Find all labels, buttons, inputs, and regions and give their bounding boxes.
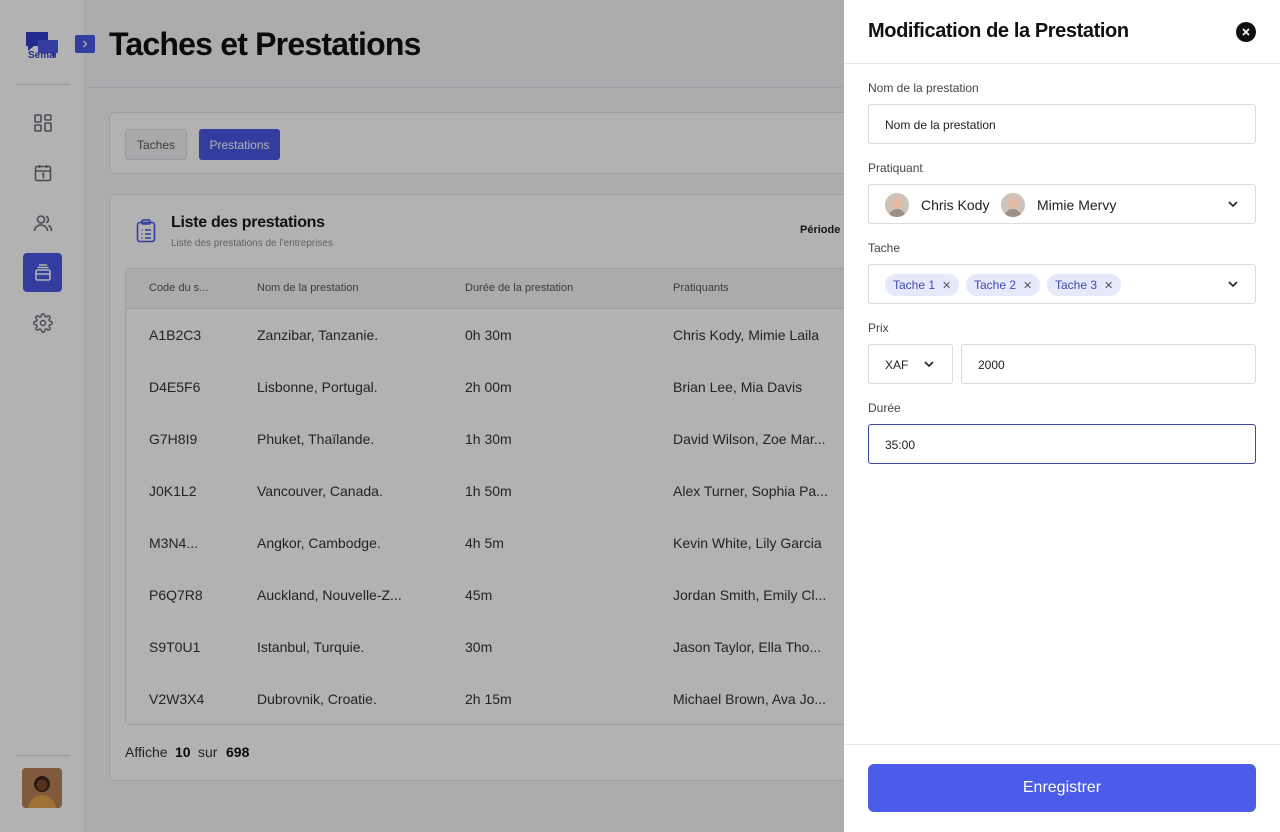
- practitioner-name: Chris Kody: [921, 197, 990, 213]
- price-value: 2000: [978, 358, 1005, 372]
- remove-chip-icon[interactable]: ✕: [1104, 279, 1113, 292]
- drawer-footer-divider: [844, 744, 1280, 745]
- task-multiselect[interactable]: Tache 1 ✕ Tache 2 ✕ Tache 3 ✕: [868, 264, 1256, 304]
- practitioner-item: Chris Kody: [885, 193, 989, 217]
- price-input[interactable]: 2000: [961, 344, 1256, 384]
- currency-value: XAF: [885, 358, 909, 372]
- duration-label: Durée: [868, 401, 901, 415]
- drawer-title: Modification de la Prestation: [868, 20, 1129, 42]
- name-label: Nom de la prestation: [868, 81, 979, 95]
- practitioner-avatar: [1001, 193, 1025, 217]
- task-chip: Tache 2 ✕: [966, 274, 1041, 296]
- name-field[interactable]: Nom de la prestation: [868, 104, 1256, 144]
- task-chip: Tache 1 ✕: [885, 274, 960, 296]
- save-button[interactable]: Enregistrer: [868, 764, 1256, 812]
- chevron-down-icon: [924, 361, 934, 368]
- modal-backdrop[interactable]: [0, 0, 844, 832]
- edit-prestation-drawer: Modification de la Prestation Nom de la …: [844, 0, 1280, 832]
- remove-chip-icon[interactable]: ✕: [942, 279, 951, 292]
- duration-value: 35:00: [885, 438, 916, 452]
- task-chip-label: Tache 2: [974, 278, 1017, 292]
- practitioner-item: Mimie Mervy: [1001, 193, 1116, 217]
- chevron-down-icon: [1228, 281, 1238, 288]
- close-button[interactable]: [1236, 22, 1256, 42]
- drawer-header-divider: [844, 63, 1280, 64]
- duration-input[interactable]: 35:00: [868, 424, 1256, 464]
- task-chip: Tache 3 ✕: [1047, 274, 1122, 296]
- task-chip-label: Tache 1: [893, 278, 936, 292]
- chevron-down-icon: [1228, 201, 1238, 208]
- task-label: Tache: [868, 241, 901, 255]
- currency-select[interactable]: XAF: [868, 344, 953, 384]
- price-label: Prix: [868, 321, 889, 335]
- practitioner-label: Pratiquant: [868, 161, 923, 175]
- name-field-value: Nom de la prestation: [885, 118, 996, 132]
- practitioner-avatar: [885, 193, 909, 217]
- practitioner-name: Mimie Mervy: [1037, 197, 1117, 213]
- practitioner-select[interactable]: Chris Kody Mimie Mervy: [868, 184, 1256, 224]
- close-icon: [1242, 28, 1250, 36]
- remove-chip-icon[interactable]: ✕: [1023, 279, 1032, 292]
- task-chip-label: Tache 3: [1055, 278, 1098, 292]
